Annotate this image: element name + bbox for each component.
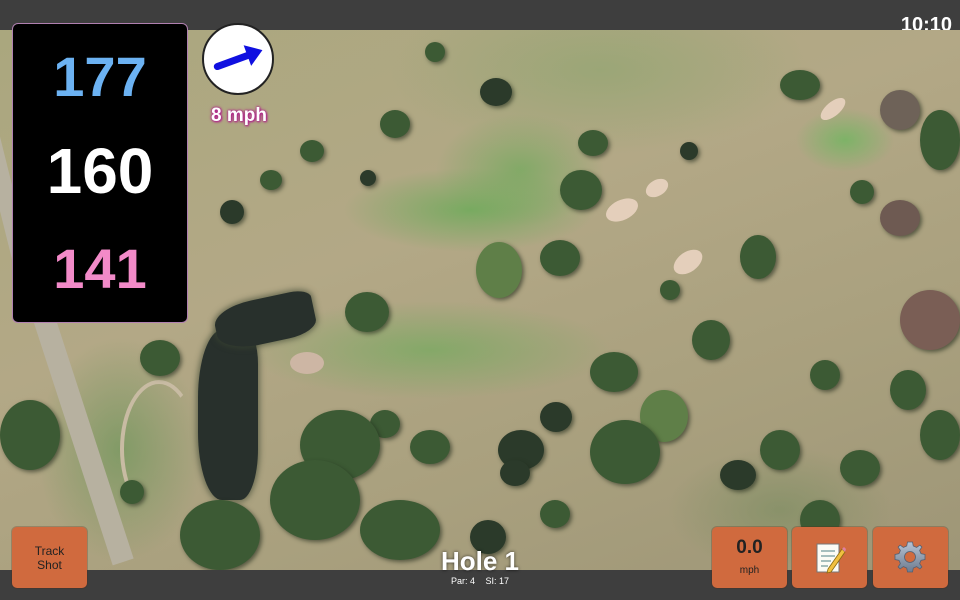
- tree: [500, 460, 530, 486]
- tree: [120, 480, 144, 504]
- track-shot-button[interactable]: Track Shot: [12, 527, 87, 588]
- bunker: [290, 352, 324, 374]
- tree: [220, 200, 244, 224]
- tree: [540, 402, 572, 432]
- tree: [360, 170, 376, 186]
- tree: [410, 430, 450, 464]
- tree: [260, 170, 282, 190]
- tree: [425, 42, 445, 62]
- tree: [780, 70, 820, 100]
- tree: [590, 352, 638, 392]
- par-label: Par: 4: [450, 576, 475, 586]
- tree: [740, 235, 776, 279]
- tree: [540, 240, 580, 276]
- notes-button[interactable]: [792, 527, 867, 588]
- pond: [211, 288, 319, 353]
- tree: [920, 110, 960, 170]
- track-shot-label-line1: Track: [34, 544, 65, 558]
- tree: [810, 360, 840, 390]
- tree: [680, 142, 698, 160]
- tree: [345, 292, 389, 332]
- stroke-index-label: SI: 17: [485, 576, 510, 586]
- tree: [900, 290, 960, 350]
- tree: [578, 130, 608, 156]
- tree: [840, 450, 880, 486]
- front-distance: 141: [53, 237, 147, 300]
- tree: [140, 340, 180, 376]
- hole-details: Par: 4 SI: 17: [380, 576, 580, 586]
- tree: [590, 420, 660, 484]
- tree: [380, 110, 410, 138]
- memo-icon: [816, 543, 846, 574]
- back-distance: 177: [53, 45, 147, 108]
- tree: [692, 320, 730, 360]
- hole-title: Hole 1: [440, 546, 520, 576]
- tree: [560, 170, 602, 210]
- bunker: [817, 93, 849, 125]
- bunker: [602, 193, 642, 227]
- tree: [300, 140, 324, 162]
- tree: [476, 242, 522, 298]
- tree: [880, 90, 920, 130]
- pond: [198, 330, 258, 500]
- tree: [0, 400, 60, 470]
- speed-value: 0.0: [736, 537, 763, 558]
- speed-unit: mph: [739, 565, 760, 576]
- distance-panel: 177 160 141: [12, 23, 188, 323]
- tree: [920, 410, 960, 460]
- center-distance: 160: [46, 135, 154, 207]
- bunker: [669, 244, 707, 280]
- tree: [480, 78, 512, 106]
- gear-icon: [894, 541, 926, 573]
- track-shot-label-line2: Shot: [37, 558, 62, 572]
- wind-speed-label: 8 mph: [211, 105, 267, 126]
- bunker: [642, 175, 672, 201]
- tree: [760, 430, 800, 470]
- speed-button[interactable]: 0.0 mph: [712, 527, 787, 588]
- settings-button[interactable]: [873, 527, 948, 588]
- tree: [660, 280, 680, 300]
- tree: [890, 370, 926, 410]
- tree: [270, 460, 360, 540]
- tree: [180, 500, 260, 570]
- tree: [720, 460, 756, 490]
- wind-arrow-icon: [213, 45, 263, 71]
- tree: [540, 500, 570, 528]
- tree: [850, 180, 874, 204]
- tree: [880, 200, 920, 236]
- wind-indicator: [202, 23, 274, 95]
